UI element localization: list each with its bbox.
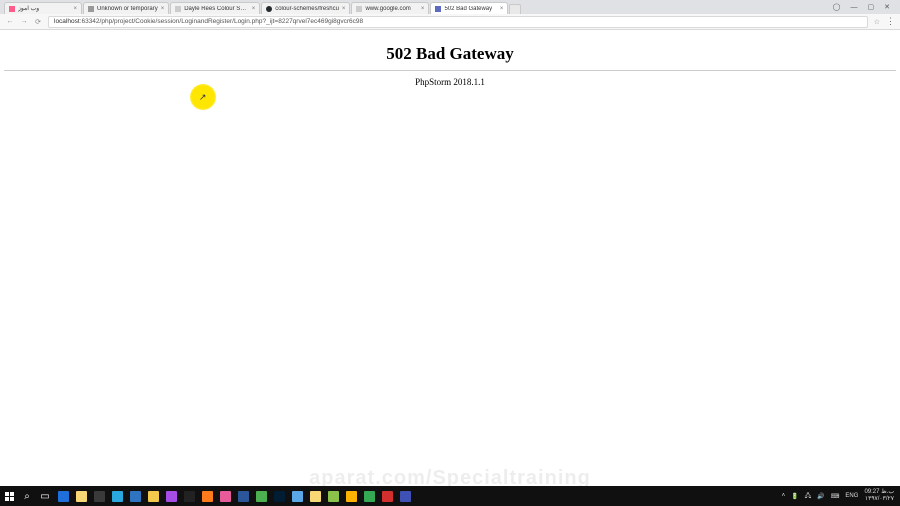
back-button[interactable]: ← (6, 18, 14, 26)
url-host: localhost (54, 18, 80, 25)
tab-3[interactable]: colour-schemes/freshcu × (261, 2, 350, 14)
close-icon[interactable]: × (500, 6, 504, 12)
new-tab-button[interactable] (509, 4, 521, 14)
word-icon[interactable] (234, 486, 252, 506)
windows-logo-icon (5, 492, 14, 501)
url-input[interactable]: localhost:63342/php/project/Cookie/sessi… (48, 16, 868, 28)
vscode-icon[interactable] (126, 486, 144, 506)
reload-button[interactable]: ⟳ (34, 18, 42, 26)
tray-lang[interactable]: ENG (845, 493, 858, 499)
ps-icon[interactable] (270, 486, 288, 506)
tab-4[interactable]: www.google.com × (351, 2, 429, 14)
page-content: 502 Bad Gateway PhpStorm 2018.1.1 (0, 30, 900, 484)
app6-icon[interactable] (396, 486, 414, 506)
tab-label: colour-schemes/freshcu (275, 6, 339, 12)
browser-menu-icon[interactable]: ⋮ (886, 16, 894, 27)
github-icon (266, 6, 272, 12)
edge-icon[interactable] (54, 486, 72, 506)
xampp-icon[interactable] (198, 486, 216, 506)
tab-2[interactable]: Dayle Rees Colour Sche × (170, 2, 260, 14)
error-title: 502 Bad Gateway (0, 44, 900, 64)
close-window-button[interactable]: ✕ (884, 3, 890, 11)
taskview-icon[interactable]: ▭ (36, 486, 54, 506)
bookmark-star-icon[interactable]: ☆ (874, 18, 880, 26)
user-icon[interactable]: ◯ (833, 3, 841, 11)
app2-icon[interactable] (288, 486, 306, 506)
tab-5[interactable]: 502 Bad Gateway × (430, 2, 508, 14)
start-button[interactable] (0, 486, 18, 506)
system-tray: ˄ 🔋 🖧 🔊 ⌨ ENG 09:27 ب.ظ ۱۳۹۷/۰۳/۲۷ (776, 489, 900, 503)
tray-clock[interactable]: 09:27 ب.ظ ۱۳۹۷/۰۳/۲۷ (864, 489, 894, 503)
address-bar-row: ← → ⟳ localhost:63342/php/project/Cookie… (0, 14, 900, 30)
wamp-icon[interactable] (216, 486, 234, 506)
favicon-icon (9, 6, 15, 12)
terminal-icon[interactable] (180, 486, 198, 506)
forward-button[interactable]: → (20, 18, 28, 26)
horizontal-rule (4, 70, 896, 71)
store-icon[interactable] (90, 486, 108, 506)
maximize-button[interactable]: ▢ (868, 3, 875, 11)
folder-icon[interactable] (306, 486, 324, 506)
favicon-icon (88, 6, 94, 12)
tab-label: Unknown or temporary (97, 6, 158, 12)
app5-icon[interactable] (378, 486, 396, 506)
minimize-button[interactable]: — (851, 4, 858, 11)
clock-date: ۱۳۹۷/۰۳/۲۷ (864, 496, 894, 503)
app4-icon[interactable] (342, 486, 360, 506)
app1-icon[interactable] (252, 486, 270, 506)
browser-tabstrip: وب آموز × Unknown or temporary × Dayle R… (0, 0, 900, 14)
chrome2-icon[interactable] (360, 486, 378, 506)
ie-icon[interactable] (108, 486, 126, 506)
tray-battery-icon[interactable]: 🔋 (791, 493, 798, 500)
app3-icon[interactable] (324, 486, 342, 506)
chrome-icon[interactable] (144, 486, 162, 506)
tab-label: 502 Bad Gateway (444, 6, 496, 12)
tab-0[interactable]: وب آموز × (4, 2, 82, 14)
cursor-highlight-icon (190, 84, 216, 110)
tab-label: www.google.com (365, 6, 417, 12)
search-icon[interactable]: ⌕ (18, 486, 36, 506)
tab-label: وب آموز (18, 5, 70, 12)
tab-1[interactable]: Unknown or temporary × (83, 2, 169, 14)
phpstorm-icon (435, 6, 441, 12)
close-icon[interactable]: × (421, 6, 425, 12)
close-icon[interactable]: × (73, 6, 77, 12)
clock-time: 09:27 ب.ظ (864, 489, 894, 496)
favicon-icon (175, 6, 181, 12)
windows-taskbar: ⌕▭ ˄ 🔋 🖧 🔊 ⌨ ENG 09:27 ب.ظ ۱۳۹۷/۰۳/۲۷ (0, 486, 900, 506)
tray-network-icon[interactable]: 🖧 (805, 491, 812, 501)
tray-chevron-icon[interactable]: ˄ (782, 493, 786, 499)
tray-volume-icon[interactable]: 🔊 (817, 493, 824, 500)
server-line: PhpStorm 2018.1.1 (0, 77, 900, 87)
window-controls: ◯ — ▢ ✕ (823, 0, 900, 14)
close-icon[interactable]: × (252, 6, 256, 12)
favicon-icon (356, 6, 362, 12)
tray-keyboard-icon[interactable]: ⌨ (831, 493, 840, 500)
tab-label: Dayle Rees Colour Sche (184, 6, 248, 12)
close-icon[interactable]: × (342, 6, 346, 12)
url-path: :63342/php/project/Cookie/session/Logina… (80, 18, 364, 25)
explorer-icon[interactable] (72, 486, 90, 506)
phpstorm-icon[interactable] (162, 486, 180, 506)
close-icon[interactable]: × (161, 6, 165, 12)
